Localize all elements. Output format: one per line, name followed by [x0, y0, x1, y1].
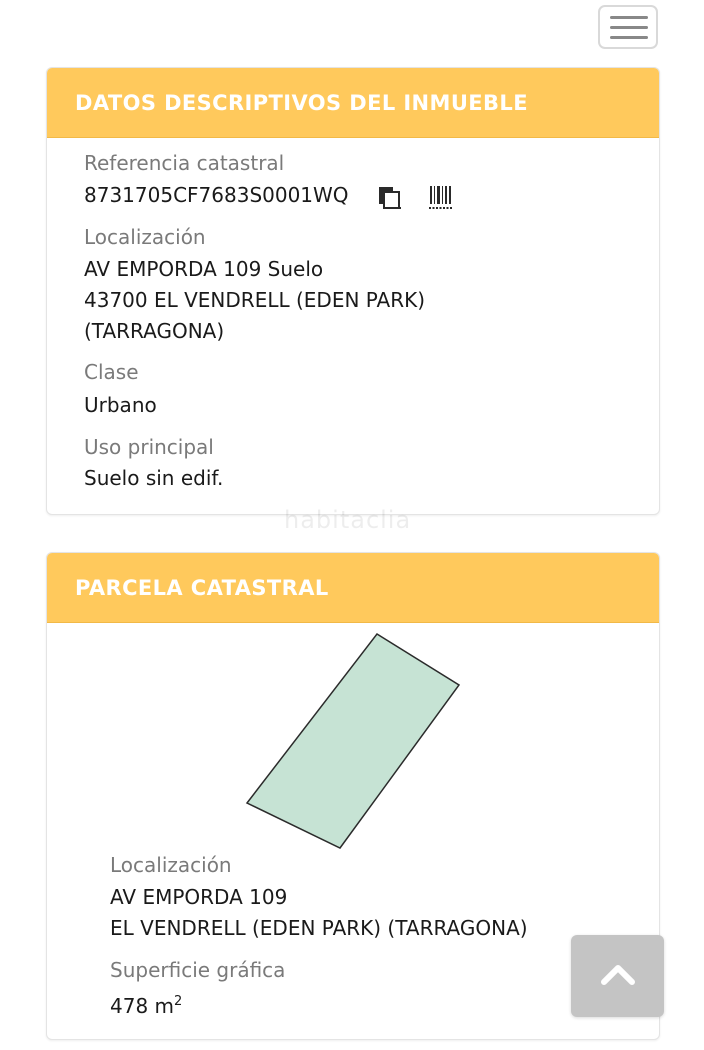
class-label: Clase: [84, 360, 139, 384]
property-panel-title: DATOS DESCRIPTIVOS DEL INMUEBLE: [75, 90, 528, 115]
parcel-location-label: Localización: [110, 853, 232, 877]
scroll-to-top-button[interactable]: [571, 935, 664, 1017]
parcel-shape: [245, 633, 461, 849]
watermark-text: habitaclia: [284, 506, 412, 534]
property-data-panel: DATOS DESCRIPTIVOS DEL INMUEBLE Referenc…: [46, 67, 660, 515]
location-label: Localización: [84, 225, 206, 249]
location-line-2: 43700 EL VENDRELL (EDEN PARK): [84, 288, 426, 312]
barcode-icon[interactable]: [428, 184, 454, 214]
area-label: Superficie gráfica: [110, 958, 286, 982]
chevron-up-icon: [601, 965, 635, 985]
parcel-location-line-2: EL VENDRELL (EDEN PARK) (TARRAGONA): [110, 916, 528, 940]
use-label: Uso principal: [84, 435, 214, 459]
reference-label: Referencia catastral: [84, 151, 285, 175]
parcel-panel: PARCELA CATASTRAL Localización AV EMPORD…: [46, 552, 660, 1040]
area-unit-exponent: 2: [174, 994, 183, 1009]
menu-toggle-button[interactable]: [598, 5, 658, 49]
use-value: Suelo sin edif.: [84, 466, 224, 490]
parcel-location-line-1: AV EMPORDA 109: [110, 885, 288, 909]
copy-icon[interactable]: [378, 186, 402, 214]
class-value: Urbano: [84, 393, 157, 417]
area-number: 478 m: [110, 994, 175, 1018]
property-panel-header: DATOS DESCRIPTIVOS DEL INMUEBLE: [47, 68, 659, 138]
location-line-3: (TARRAGONA): [84, 319, 225, 343]
location-line-1: AV EMPORDA 109 Suelo: [84, 257, 324, 281]
reference-value: 8731705CF7683S0001WQ: [84, 183, 349, 207]
area-value: 478 m2: [110, 986, 182, 1022]
